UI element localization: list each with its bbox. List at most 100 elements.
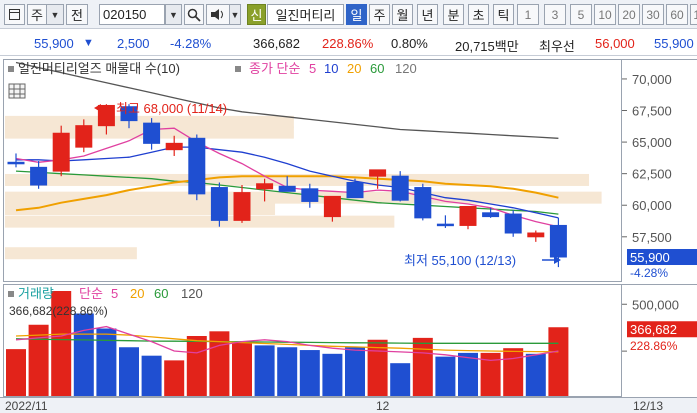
period-tab-0[interactable]: 일 (346, 4, 367, 25)
candle (188, 134, 206, 201)
grid-toggle-button[interactable] (8, 83, 26, 99)
low-label: 최저 55,100 (12/13) (404, 253, 516, 268)
interval-button-7[interactable]: 12 (690, 4, 697, 25)
candle (301, 183, 319, 208)
left-arrow-icon (94, 104, 101, 112)
price-tick-label: 62,500 (632, 167, 672, 182)
current-price-tag: 55,900 (630, 250, 670, 265)
period-tab-1[interactable]: 주 (369, 4, 390, 25)
price-axis: 70,000 67,500 65,000 62,500 60,000 57,500 55,9… (622, 59, 697, 282)
period-tab-6[interactable]: 틱 (493, 4, 514, 25)
stock-code-dropdown-button[interactable]: ▼ (165, 4, 182, 25)
candle (165, 135, 183, 156)
vma5-legend: 5 (111, 286, 118, 301)
toolbar: 주 ▼ 전 ▼ ▼ 신 일진머티리 일주월년분초틱1351020306012 (0, 0, 697, 29)
current-change-tag: -4.28% (630, 266, 668, 280)
search-button[interactable] (184, 4, 204, 25)
market-label: 주 (31, 8, 43, 23)
high-label: 최고 68,000 (11/14) (116, 101, 227, 116)
volume-info: 366,682(228.86%) (9, 304, 108, 318)
stock-code-field[interactable] (99, 4, 165, 25)
volume-bar (96, 328, 117, 396)
best-bid-price: 56,000 (595, 36, 635, 51)
volume-chart-pane[interactable]: 거래량 단순 5 20 60 120 366,682(228.86%) (3, 284, 622, 397)
candle (210, 182, 228, 227)
market-select[interactable]: 주 (27, 4, 47, 25)
best-ask-price: 55,900 (654, 36, 694, 51)
volume-bar (345, 347, 365, 396)
low-annotation: 최저 55,100 (12/13) (404, 253, 561, 268)
current-price: 55,900 (34, 36, 74, 51)
volume-bar (6, 349, 26, 396)
volume-legend-title: 거래량 (18, 286, 54, 301)
price-tick-label: 60,000 (632, 198, 672, 213)
price-change: 2,500 (117, 36, 150, 51)
interval-button-2[interactable]: 5 (570, 4, 592, 25)
price-tick-label: 65,000 (632, 135, 672, 150)
window-icon (9, 9, 20, 20)
date-label-current: 12/13 (633, 399, 664, 413)
period-tab-4[interactable]: 분 (443, 4, 464, 25)
sound-button[interactable] (206, 4, 230, 25)
period-tab-5[interactable]: 초 (468, 4, 489, 25)
stock-code-input[interactable] (100, 5, 164, 24)
new-listing-badge: 신 (247, 4, 266, 25)
volume-bar (435, 356, 456, 396)
price-tick-label: 70,000 (632, 72, 672, 87)
chevron-down-icon: ▼ (50, 9, 60, 20)
volume-profile-bars (5, 115, 602, 260)
vma120-legend: 120 (181, 286, 203, 301)
volume-bar (164, 360, 185, 396)
speaker-icon (211, 9, 223, 20)
volume-chart[interactable]: 거래량 단순 5 20 60 120 366,682(228.86%) (4, 285, 621, 396)
volume-bar (503, 348, 524, 396)
scope-select[interactable]: 전 (66, 4, 88, 25)
volume-legend: 거래량 단순 5 20 60 120 366,682(228.86%) (8, 286, 203, 318)
candle (52, 125, 70, 177)
volume-bar (141, 355, 162, 396)
candle (436, 215, 454, 228)
quote-bar: 55,900 ▼ 2,500 -4.28% 366,682 228.86% 0.… (0, 30, 697, 56)
period-tab-2[interactable]: 월 (392, 4, 413, 25)
search-icon (187, 8, 201, 22)
interval-button-3[interactable]: 10 (594, 4, 616, 25)
interval-button-0[interactable]: 1 (517, 4, 539, 25)
ma20-legend: 20 (347, 61, 361, 76)
volume-bar (73, 313, 94, 396)
chevron-down-icon: ▼ (169, 9, 178, 20)
interval-button-5[interactable]: 30 (642, 4, 664, 25)
new-badge-label: 신 (250, 8, 263, 23)
candle (30, 161, 48, 189)
stock-name-field[interactable]: 일진머티리 (267, 4, 344, 25)
volume-axis: 500,000 366,682 228.86% (622, 284, 697, 397)
price-chart-pane[interactable]: 일진머티리얼즈 매물대 수(10) 종가 단순 5 10 20 60 120 최… (3, 59, 622, 282)
candle (414, 183, 432, 221)
ma60-legend: 60 (370, 61, 384, 76)
interval-button-4[interactable]: 20 (618, 4, 640, 25)
interval-button-1[interactable]: 3 (544, 4, 566, 25)
vma20-legend: 20 (130, 286, 144, 301)
down-arrow-icon: ▼ (83, 37, 94, 49)
volume-bar (390, 363, 411, 396)
volume-tick-label: 500,000 (632, 297, 679, 312)
market-dropdown-button[interactable]: ▼ (47, 4, 64, 25)
candle (459, 205, 477, 230)
price-legend-title: 일진머티리얼즈 매물대 수(10) (18, 61, 180, 76)
volume-bar (186, 336, 207, 396)
price-tick-label: 57,500 (632, 230, 672, 245)
volume-bar (277, 347, 298, 396)
volume-value: 366,682 (253, 36, 300, 51)
volume-bar (412, 337, 433, 396)
volume-bar (458, 352, 478, 396)
period-tab-3[interactable]: 년 (417, 4, 438, 25)
price-chart[interactable]: 일진머티리얼즈 매물대 수(10) 종가 단순 5 10 20 60 120 최… (4, 60, 621, 281)
candle (233, 185, 251, 223)
turnover-rate: 0.80% (391, 36, 428, 51)
volume-bar (232, 341, 252, 396)
volume-profile-bar (5, 215, 395, 228)
candle (504, 210, 522, 237)
volume-legend-ma-label: 단순 (79, 286, 103, 301)
interval-button-6[interactable]: 60 (666, 4, 688, 25)
window-icon-button[interactable] (4, 4, 25, 25)
sound-dropdown-button[interactable]: ▼ (230, 4, 241, 25)
